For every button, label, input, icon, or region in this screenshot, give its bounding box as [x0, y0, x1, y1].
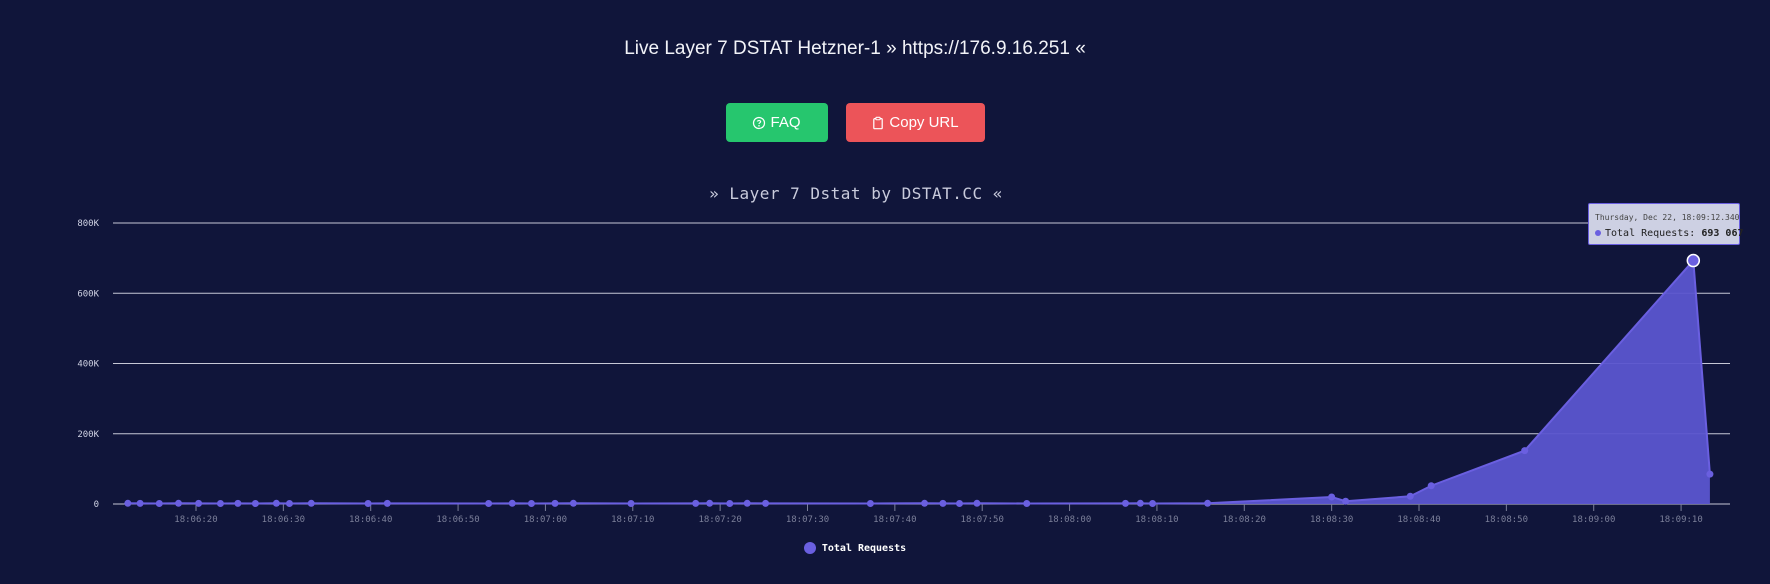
- data-point: [234, 499, 242, 507]
- data-point: [1406, 492, 1414, 500]
- x-tick-label: 18:08:30: [1310, 515, 1353, 525]
- data-point: [251, 499, 259, 507]
- data-point: [155, 499, 163, 507]
- x-tick-label: 18:08:40: [1397, 515, 1440, 525]
- x-tick-label: 18:08:10: [1135, 515, 1178, 525]
- data-point: [124, 499, 132, 507]
- data-point: [743, 499, 751, 507]
- data-point: [285, 499, 293, 507]
- x-tick-label: 18:06:40: [349, 515, 392, 525]
- tooltip-value: 693 067: [1701, 228, 1744, 239]
- x-tick-label: 18:06:50: [436, 515, 479, 525]
- y-tick-label: 400K: [77, 360, 99, 370]
- data-point: [627, 499, 635, 507]
- data-point: [1706, 470, 1714, 478]
- data-point: [1121, 499, 1129, 507]
- data-point: [195, 499, 203, 507]
- data-point: [973, 499, 981, 507]
- data-point: [1427, 482, 1435, 490]
- x-tick-label: 18:08:20: [1223, 515, 1266, 525]
- data-point: [485, 499, 493, 507]
- x-tick-label: 18:07:10: [611, 515, 654, 525]
- x-tick-label: 18:06:20: [174, 515, 217, 525]
- data-point: [1023, 499, 1031, 507]
- tooltip-label: Total Requests:: [1605, 228, 1696, 239]
- chart-legend[interactable]: Total Requests: [0, 542, 1710, 554]
- chart-tooltip: Thursday, Dec 22, 18:09:12.340 Total Req…: [1588, 203, 1744, 245]
- data-point: [272, 499, 280, 507]
- data-point: [508, 499, 516, 507]
- y-axis-ticks: 0 200K 400K 600K 800K: [77, 219, 99, 510]
- y-tick-label: 800K: [77, 219, 99, 229]
- x-axis-ticks: 18:06:20 18:06:30 18:06:40 18:06:50 18:07:00…: [174, 504, 1703, 525]
- x-tick-label: 18:08:00: [1048, 515, 1091, 525]
- data-point: [1521, 447, 1529, 455]
- tooltip-series-marker: [1595, 230, 1601, 236]
- data-point: [921, 499, 929, 507]
- data-point: [1342, 497, 1350, 505]
- y-tick-label: 0: [94, 500, 99, 510]
- x-tick-label: 18:08:50: [1485, 515, 1528, 525]
- grid-lines: [113, 222, 1730, 505]
- data-point: [692, 499, 700, 507]
- data-point: [175, 499, 183, 507]
- data-point: [383, 499, 391, 507]
- data-point: [939, 499, 947, 507]
- x-tick-label: 18:07:40: [873, 515, 916, 525]
- requests-area-chart: 0200K400K600K800K 18:06:20 18:06:30 18:06:…: [77, 219, 1730, 525]
- x-tick-label: 18:09:00: [1572, 515, 1615, 525]
- legend-label: Total Requests: [821, 542, 907, 554]
- tooltip-row: Total Requests: 693 067: [1595, 228, 1744, 239]
- data-point: [866, 499, 874, 507]
- data-point: [364, 499, 372, 507]
- data-point: [216, 499, 224, 507]
- data-point: [527, 499, 535, 507]
- data-point: [1204, 499, 1212, 507]
- x-tick-label: 18:06:30: [262, 515, 305, 525]
- series-total-requests: [124, 253, 1714, 507]
- data-point: [1149, 499, 1157, 507]
- x-tick-label: 18:07:30: [786, 515, 829, 525]
- data-point: [569, 499, 577, 507]
- y-tick-label: 600K: [77, 289, 99, 299]
- x-tick-label: 18:07:00: [524, 515, 567, 525]
- series-line: [127, 258, 1711, 505]
- highlighted-data-point: [1686, 253, 1701, 268]
- tooltip-date: Thursday, Dec 22, 18:09:12.340: [1595, 213, 1740, 222]
- data-point: [956, 499, 964, 507]
- data-point: [1328, 493, 1336, 501]
- y-tick-label: 200K: [77, 430, 99, 440]
- x-tick-label: 18:07:20: [698, 515, 741, 525]
- data-point: [136, 499, 144, 507]
- x-tick-label: 18:07:50: [961, 515, 1004, 525]
- data-point: [762, 499, 770, 507]
- data-point: [307, 499, 315, 507]
- series-area: [127, 260, 1710, 504]
- data-point: [726, 499, 734, 507]
- data-point: [551, 499, 559, 507]
- data-point: [1136, 499, 1144, 507]
- legend-marker: [803, 542, 816, 554]
- data-point: [706, 499, 714, 507]
- x-tick-label: 18:09:10: [1659, 515, 1702, 525]
